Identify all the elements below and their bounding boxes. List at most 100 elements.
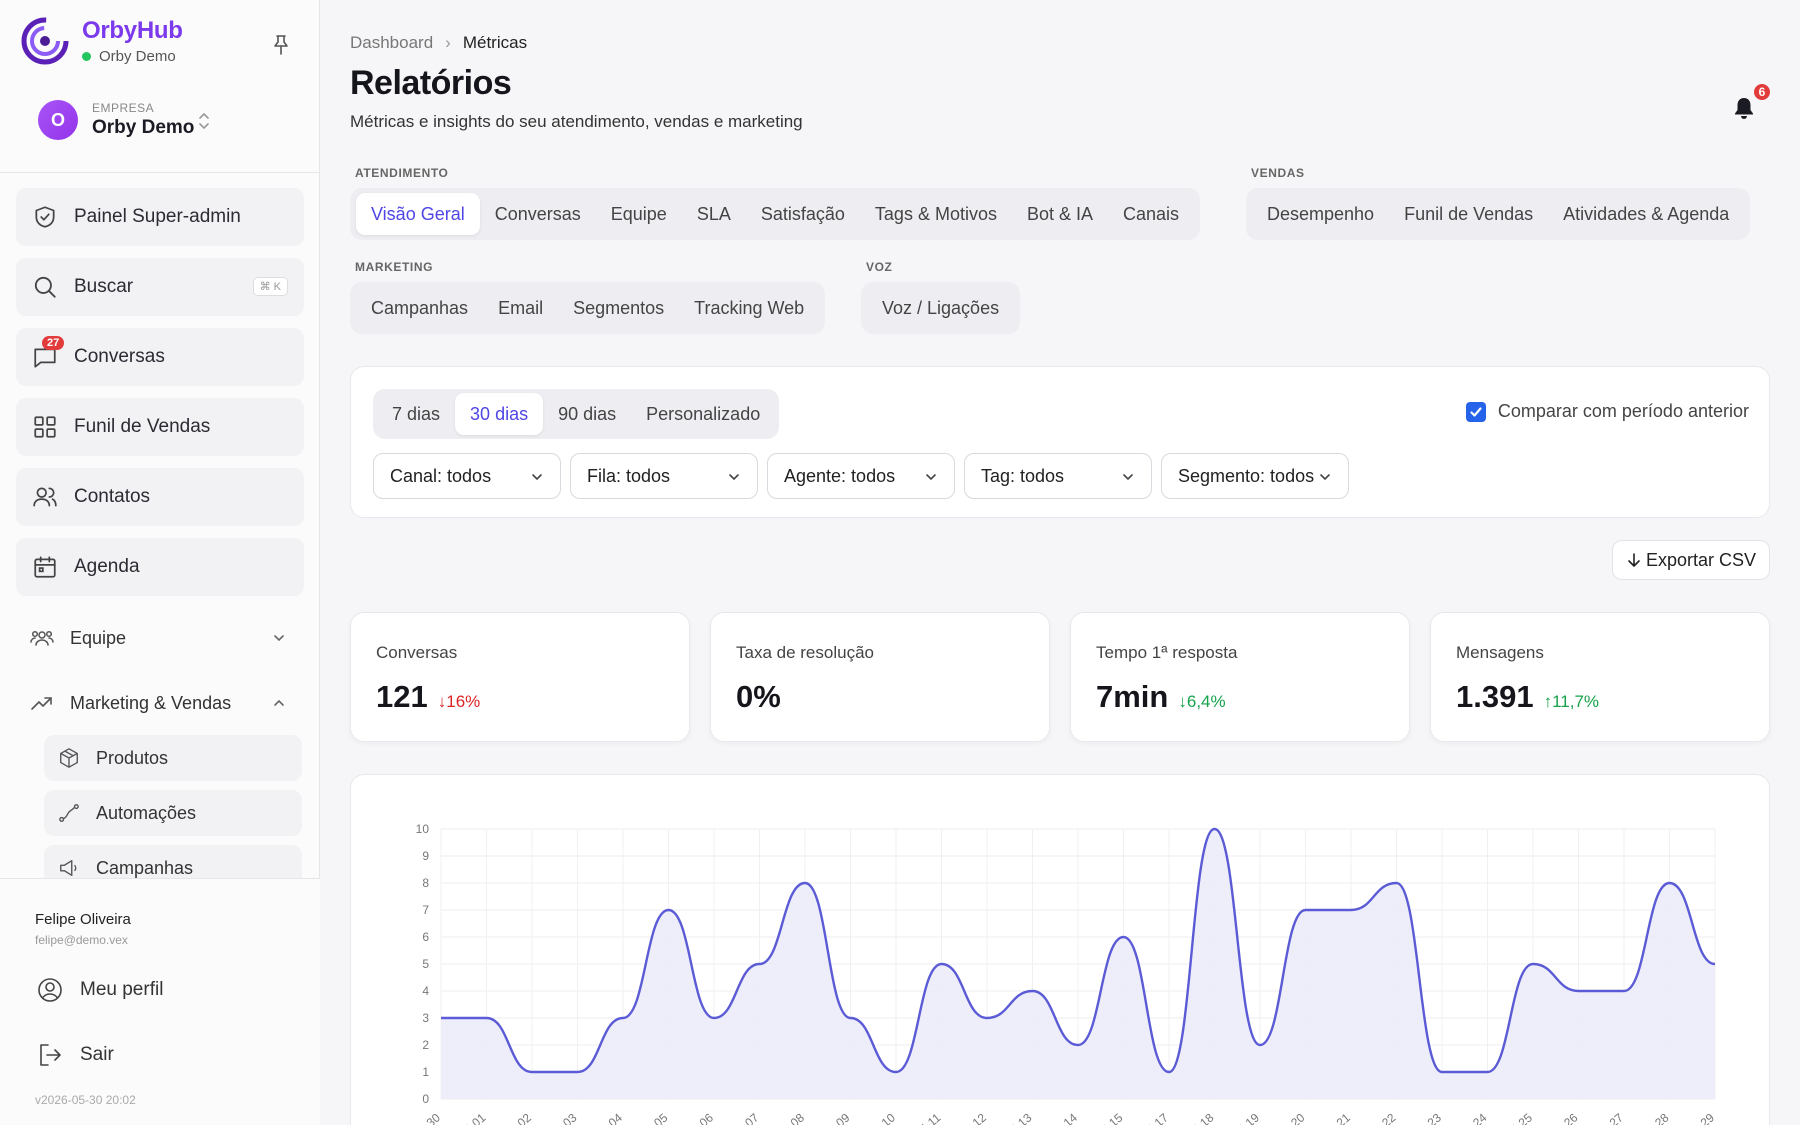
y-tick-label: 3 [422,1011,429,1025]
brand[interactable]: OrbyHub Orby Demo [20,16,183,66]
tabs-atendimento: Visão Geral Conversas Equipe SLA Satisfa… [350,188,1201,240]
pin-icon[interactable] [272,34,290,56]
chevron-updown-icon[interactable] [198,112,210,130]
period-personalizado[interactable]: Personalizado [631,393,775,435]
kpi-label: Taxa de resolução [736,643,874,662]
tab-conversas[interactable]: Conversas [480,193,596,235]
tabs-vendas: Desempenho Funil de Vendas Atividades & … [1246,188,1751,240]
sidebar-item-search[interactable]: Buscar ⌘ K [16,258,304,316]
select-agente[interactable]: Agente: todos [767,453,955,499]
tab-canais[interactable]: Canais [1108,193,1194,235]
y-tick-label: 10 [416,822,430,836]
conversations-area-chart: 0 1 2 3 4 5 6 7 8 9 10 30 5-01 02 03 04 05 06 07 08 09 -10 5-1… [416,822,1718,1125]
tab-desempenho[interactable]: Desempenho [1252,193,1389,235]
x-tick-label: -21 [1331,1110,1354,1125]
sidebar-group-marketing-vendas[interactable]: Marketing & Vendas [16,680,304,726]
tab-visao-geral[interactable]: Visão Geral [356,193,480,235]
arrow-down-icon [1628,553,1640,567]
tab-tags-motivos[interactable]: Tags & Motivos [860,193,1012,235]
tab-voz-ligacoes[interactable]: Voz / Ligações [867,287,1014,329]
x-tick-label: -27 [1604,1110,1627,1125]
chevron-down-icon [926,474,936,481]
y-tick-label: 5 [422,957,429,971]
bell-icon[interactable] [1733,96,1755,120]
y-tick-label: 4 [422,984,429,998]
x-tick-label: 5-11 [917,1110,944,1125]
sidebar-item-agenda[interactable]: Agenda [16,538,304,596]
chevron-down-icon [1320,474,1330,481]
x-tick-label: 5-13 [1007,1110,1035,1125]
period-30-dias[interactable]: 30 dias [455,393,544,435]
x-tick-label: -29 [1695,1110,1718,1125]
tab-email[interactable]: Email [483,287,558,329]
sidebar-group-label: Marketing & Vendas [70,692,232,713]
select-canal-value: Canal: todos [390,465,492,486]
tab-atividades-agenda[interactable]: Atividades & Agenda [1548,193,1744,235]
tab-equipe[interactable]: Equipe [596,193,682,235]
check-icon [1470,406,1482,417]
sidebar: OrbyHub Orby Demo O EMPRESA Orby Demo Pa… [0,0,320,1125]
sidebar-footer: Felipe Oliveira felipe@demo.vex Meu perf… [0,878,320,1125]
trending-icon [31,697,52,710]
chevron-down-icon [1123,474,1133,481]
sidebar-subitem-label: Campanhas [96,857,194,878]
app-version: v2026-05-30 20:02 [35,1093,136,1107]
x-tick-label: 03 [560,1110,579,1125]
company-switcher[interactable]: O EMPRESA Orby Demo [38,100,194,140]
period-7-dias[interactable]: 7 dias [377,393,455,435]
chevron-right-icon: › [445,33,451,52]
sidebar-group-label: Equipe [70,627,127,648]
section-label-vendas: VENDAS [1251,166,1305,180]
period-90-dias[interactable]: 90 dias [543,393,631,435]
sidebar-item-super-admin[interactable]: Painel Super-admin [16,188,304,246]
logout-label: Sair [80,1044,114,1065]
chevron-down-icon [532,474,542,481]
chevron-down-icon [729,474,739,481]
x-tick-label: 07 [742,1110,761,1125]
sidebar-item-contatos[interactable]: Contatos [16,468,304,526]
x-tick-label: 02 [515,1110,534,1125]
compare-checkbox[interactable] [1465,401,1486,422]
kpi-card-mensagens: Mensagens 1.391 ↑11,7% [1430,612,1770,742]
x-tick-label: 06 [697,1110,716,1125]
select-fila[interactable]: Fila: todos [570,453,758,499]
x-tick-label: -20 [1285,1110,1308,1125]
user-name: Felipe Oliveira [35,911,131,928]
select-tag[interactable]: Tag: todos [964,453,1152,499]
sidebar-group-equipe[interactable]: Equipe [16,615,304,661]
tab-bot-ia[interactable]: Bot & IA [1012,193,1108,235]
tab-sla[interactable]: SLA [682,193,746,235]
profile-label: Meu perfil [80,979,164,1000]
keyboard-shortcut: ⌘ K [252,277,288,296]
company-avatar: O [38,100,78,140]
logout-link[interactable]: Sair [36,1041,114,1069]
tab-satisfacao[interactable]: Satisfação [746,193,860,235]
x-tick-label: 5-19 [1235,1110,1263,1125]
sidebar-subitem-label: Produtos [96,747,169,768]
tab-tracking-web[interactable]: Tracking Web [679,287,819,329]
section-label-voz: VOZ [866,260,893,274]
kpi-delta: ↓16% [437,692,481,711]
breadcrumb-root[interactable]: Dashboard [350,33,433,53]
company-name: Orby Demo [92,117,195,138]
sidebar-item-label: Buscar [74,276,134,297]
select-segmento[interactable]: Segmento: todos [1161,453,1349,499]
x-tick-label: -22 [1376,1110,1399,1125]
breadcrumb-current: Métricas [462,33,528,52]
sidebar-item-funil[interactable]: Funil de Vendas [16,398,304,456]
profile-link[interactable]: Meu perfil [36,976,163,1004]
x-tick-label: 5-15 [1098,1110,1126,1125]
select-segmento-value: Segmento: todos [1178,465,1315,486]
tab-segmentos[interactable]: Segmentos [558,287,679,329]
online-status-dot [82,52,91,61]
sidebar-item-conversas[interactable]: 27 Conversas [16,328,304,386]
export-csv-button[interactable]: Exportar CSV [1612,540,1770,580]
select-canal[interactable]: Canal: todos [373,453,561,499]
tab-campanhas[interactable]: Campanhas [356,287,483,329]
tab-funil-vendas[interactable]: Funil de Vendas [1389,193,1548,235]
sidebar-item-label: Painel Super-admin [74,206,241,227]
compare-toggle[interactable]: Comparar com período anterior [1465,401,1749,422]
sidebar-subitem-automacoes[interactable]: Automações [44,790,302,836]
x-tick-label: 09 [833,1110,852,1125]
sidebar-subitem-produtos[interactable]: Produtos [44,735,302,781]
